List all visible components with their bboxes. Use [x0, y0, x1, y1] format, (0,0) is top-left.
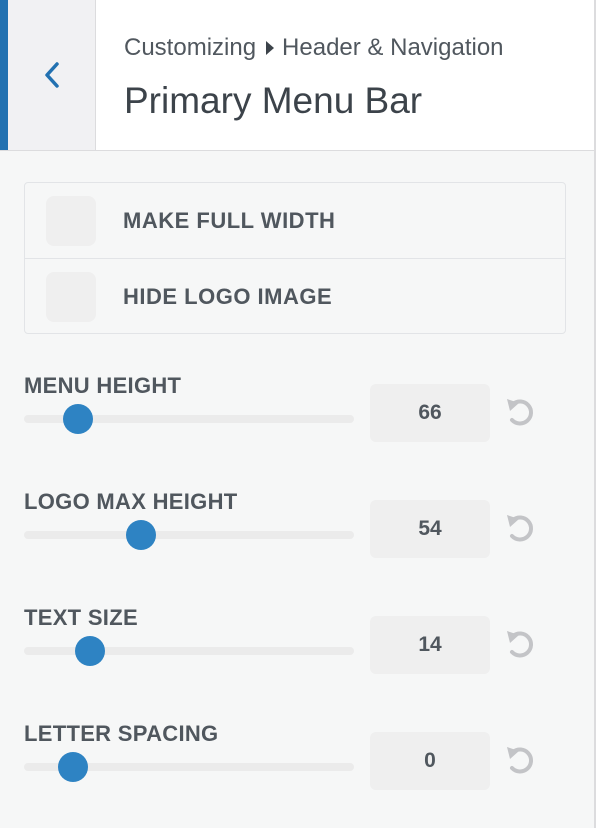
text-size-slider-thumb[interactable]	[75, 636, 105, 666]
logo-max-height-slider-thumb[interactable]	[126, 520, 157, 550]
hide-logo-image-label: HIDE LOGO IMAGE	[123, 283, 333, 309]
menu-height-control: MENU HEIGHT 66	[24, 373, 544, 473]
menu-height-input[interactable]: 66	[370, 384, 490, 442]
logo-max-height-control: LOGO MAX HEIGHT 54	[24, 489, 544, 589]
text-size-label: TEXT SIZE	[24, 605, 138, 630]
text-size-slider-track[interactable]	[24, 647, 354, 655]
reset-icon[interactable]	[504, 743, 538, 777]
panel-content: MAKE FULL WIDTH HIDE LOGO IMAGE MENU HEI…	[0, 151, 596, 828]
reset-icon[interactable]	[504, 395, 538, 429]
option-make-full-width[interactable]: MAKE FULL WIDTH	[25, 183, 565, 259]
caret-right-icon	[266, 34, 275, 62]
page-title: Primary Menu Bar	[124, 80, 423, 121]
letter-spacing-input[interactable]: 0	[370, 732, 490, 790]
logo-max-height-slider-track[interactable]	[24, 531, 354, 539]
checkbox-group: MAKE FULL WIDTH HIDE LOGO IMAGE	[24, 182, 566, 334]
reset-icon[interactable]	[504, 511, 538, 545]
back-button[interactable]	[0, 0, 96, 150]
letter-spacing-label: LETTER SPACING	[24, 721, 219, 746]
menu-height-slider-thumb[interactable]	[63, 404, 94, 434]
letter-spacing-slider-thumb[interactable]	[57, 752, 88, 782]
text-size-input[interactable]: 14	[370, 616, 490, 674]
letter-spacing-control: LETTER SPACING 0	[24, 721, 544, 821]
logo-max-height-label: LOGO MAX HEIGHT	[24, 489, 238, 514]
menu-height-label: MENU HEIGHT	[24, 373, 182, 398]
make-full-width-label: MAKE FULL WIDTH	[123, 207, 336, 233]
logo-max-height-input[interactable]: 54	[370, 500, 490, 558]
breadcrumb-section: Header & Navigation	[282, 34, 504, 61]
breadcrumb: Customizing Header & Navigation	[124, 34, 504, 62]
hide-logo-image-checkbox[interactable]	[46, 271, 96, 322]
make-full-width-checkbox[interactable]	[46, 195, 96, 246]
option-hide-logo-image[interactable]: HIDE LOGO IMAGE	[25, 259, 565, 334]
panel-header: Customizing Header & Navigation Primary …	[0, 0, 596, 151]
reset-icon[interactable]	[504, 627, 538, 661]
chevron-left-icon	[44, 62, 59, 88]
text-size-control: TEXT SIZE 14	[24, 605, 544, 705]
breadcrumb-root: Customizing	[124, 34, 257, 61]
